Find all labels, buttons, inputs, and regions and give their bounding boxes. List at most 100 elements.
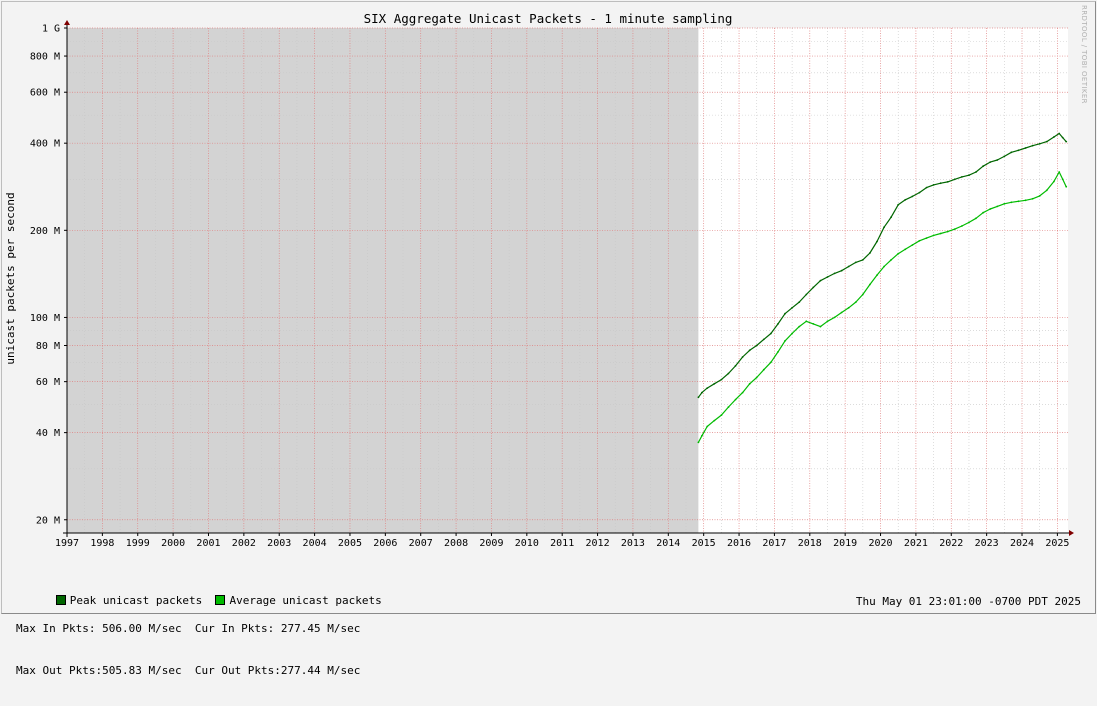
data-point-average [812,323,815,325]
x-tick-label: 2014 [656,538,680,549]
data-point-average [734,398,737,401]
y-tick-label: 20 M [36,515,60,526]
data-point-peak [1038,142,1041,145]
data-point-peak [791,306,793,309]
x-tick-label: 2001 [196,538,220,549]
data-point-average [876,274,878,276]
x-tick-label: 2009 [479,538,503,549]
data-point-peak [805,293,808,296]
x-tick-label: 2003 [267,538,291,549]
x-tick-label: 2002 [232,538,256,549]
data-point-peak [932,184,935,186]
x-tick-label: 2011 [550,538,574,549]
x-tick-label: 1998 [90,538,114,549]
data-point-peak [840,269,843,272]
y-axis-arrow [64,20,70,25]
data-point-peak [1003,155,1006,158]
data-point-peak [876,240,878,243]
data-point-peak [720,378,723,381]
data-point-peak [897,203,900,206]
y-tick-label: 600 M [30,88,60,99]
data-point-average [953,228,956,231]
data-point-average [784,340,786,342]
data-point-peak [911,195,914,198]
data-point-peak [701,391,703,394]
data-point-peak [904,198,907,201]
data-point-peak [697,396,700,399]
data-point-average [1053,180,1055,183]
data-point-peak [1045,140,1048,143]
data-point-average [1038,195,1041,197]
x-tick-label: 2008 [444,538,468,549]
x-tick-label: 2007 [409,538,433,549]
x-tick-label: 2018 [798,538,822,549]
data-point-peak [968,174,970,177]
data-point-average [701,434,703,437]
data-point-peak [861,259,864,261]
data-point-average [869,283,871,286]
x-axis-arrow [1069,530,1074,536]
data-point-peak [975,171,977,173]
stat-max-in: Max In Pkts: 506.00 M/sec [16,622,182,635]
data-point-peak [812,286,815,289]
data-point-peak [819,279,822,282]
data-point-average [1065,185,1068,188]
x-tick-label: 1999 [126,538,150,549]
x-tick-label: 2025 [1045,538,1069,549]
x-tick-label: 2024 [1010,538,1034,549]
x-tick-label: 2015 [692,538,716,549]
data-point-average [925,237,928,240]
data-point-average [890,259,892,261]
data-point-peak [1061,136,1064,139]
data-point-peak [939,182,942,185]
data-point-peak [1024,147,1027,149]
data-point-average [826,320,829,323]
data-point-average [897,252,900,255]
y-axis-label: unicast packets per second [4,192,17,364]
x-tick-label: 2022 [939,538,963,549]
stats-row-out: Max Out Pkts:505.83 M/sec Cur Out Pkts:2… [16,664,382,678]
data-point-average [968,221,970,224]
y-tick-label: 100 M [30,313,60,324]
data-point-average [805,320,808,323]
data-point-average [762,368,765,371]
data-point-average [1003,202,1006,205]
data-point-peak [826,276,829,278]
data-point-peak [953,178,956,181]
data-point-average [1061,178,1064,181]
y-tick-label: 800 M [30,52,60,63]
data-point-average [975,217,977,220]
data-point-peak [748,349,751,352]
data-point-peak [946,181,949,183]
x-tick-label: 2004 [303,538,327,549]
legend-label-peak: Peak unicast packets [69,594,203,607]
data-point-average [713,419,716,422]
data-point-peak [833,272,836,275]
legend-swatch-average [215,595,226,605]
data-point-average [720,414,723,416]
data-point-average [748,382,751,385]
data-point-average [770,361,772,364]
legend-row-series: Peak unicast packets Average unicast pac… [16,580,382,607]
data-point-average [727,406,730,408]
data-point-average [1017,200,1020,203]
data-point-peak [996,159,999,161]
data-point-peak [1058,132,1061,135]
data-point-average [854,301,857,303]
x-tick-label: 2013 [621,538,645,549]
data-point-peak [1053,136,1055,138]
data-point-peak [777,323,779,325]
chart-title: SIX Aggregate Unicast Packets - 1 minute… [364,11,733,26]
data-point-average [989,208,992,210]
data-point-average [946,230,949,233]
data-point-average [982,211,984,214]
y-tick-label: 40 M [36,428,60,439]
data-point-average [697,441,700,444]
y-tick-label: 1 G [42,24,60,35]
chart-svg: 20 M 40 M 60 M 80 M 100 M 200 M 400 M 600 M 800 … [4,11,1074,549]
data-point-peak [734,365,737,367]
data-point-peak [762,338,765,341]
rrdtool-watermark: RRDTOOL / TOBI OETIKER [1080,5,1088,104]
data-point-peak [869,252,871,254]
x-tick-label: 2017 [762,538,786,549]
